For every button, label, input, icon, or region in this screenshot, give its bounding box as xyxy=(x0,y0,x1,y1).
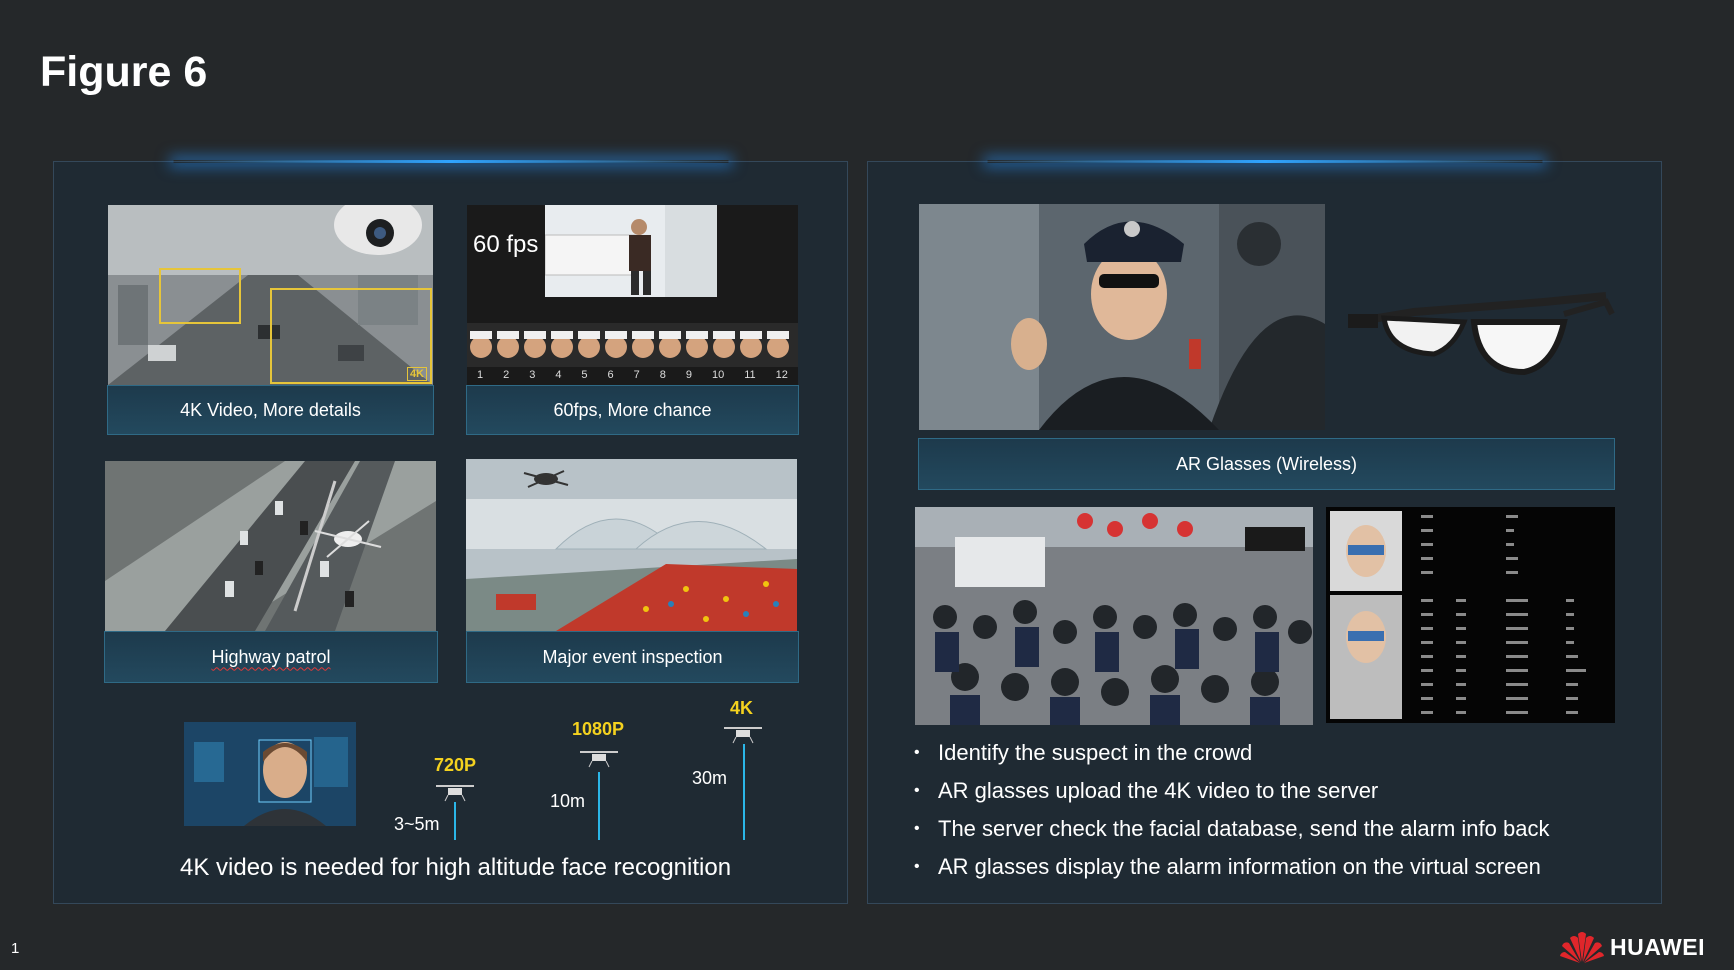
caption-4k-video: 4K Video, More details xyxy=(107,385,434,435)
page-title: Figure 6 xyxy=(40,48,208,96)
highway-drone-image xyxy=(105,461,436,631)
huawei-flower-icon xyxy=(1560,932,1604,963)
dist-1080-label: 10m xyxy=(550,791,586,811)
brand-name: HUAWEI xyxy=(1610,933,1705,960)
huawei-logo: HUAWEI xyxy=(1560,930,1705,964)
ar-workflow-list: Identify the suspect in the crowd AR gla… xyxy=(914,738,1549,890)
panel-glow xyxy=(986,160,1543,163)
caption-major-event: Major event inspection xyxy=(466,631,799,683)
page-number: 1 xyxy=(11,940,20,957)
caption-60fps: 60fps, More chance xyxy=(466,385,799,435)
dist-720-label: 3~5m xyxy=(394,814,440,834)
list-item: AR glasses display the alarm information… xyxy=(914,852,1549,890)
frame-numbers: 1 2 3 4 5 6 7 8 9 10 11 12 xyxy=(476,369,788,381)
drone-1080-icon xyxy=(580,746,618,773)
altitude-footer: 4K video is needed for high altitude fac… xyxy=(180,854,732,881)
street-camera-image: 4K xyxy=(108,205,433,385)
ar-glasses-product-image xyxy=(1344,292,1616,394)
crowd-image xyxy=(915,507,1313,725)
panel-glow xyxy=(172,160,729,163)
res-720p-label: 720P xyxy=(434,755,477,775)
dist-4k-label: 30m xyxy=(692,768,728,788)
res-1080p-label: 1080P xyxy=(572,719,625,739)
altitude-line-720 xyxy=(454,802,456,840)
alarm-info-screen-image xyxy=(1326,507,1615,723)
fps-label: 60 fps xyxy=(473,231,539,258)
face-recognition-image xyxy=(184,722,356,826)
ar-officer-image xyxy=(919,204,1325,430)
list-item: AR glasses upload the 4K video to the se… xyxy=(914,776,1549,814)
caption-ar-glasses: AR Glasses (Wireless) xyxy=(918,438,1615,490)
altitude-line-4k xyxy=(743,744,745,840)
res-4k-label: 4K xyxy=(730,698,754,718)
fps-image: 60 fps 1 2 3 4 5 6 7 8 9 10 11 12 xyxy=(467,205,798,385)
list-item: Identify the suspect in the crowd xyxy=(914,738,1549,776)
event-drone-image xyxy=(466,459,797,631)
altitude-line-1080 xyxy=(598,772,600,840)
4k-badge: 4K xyxy=(406,367,427,381)
caption-highway-patrol: Highway patrol xyxy=(104,631,438,683)
list-item: The server check the facial database, se… xyxy=(914,814,1549,852)
